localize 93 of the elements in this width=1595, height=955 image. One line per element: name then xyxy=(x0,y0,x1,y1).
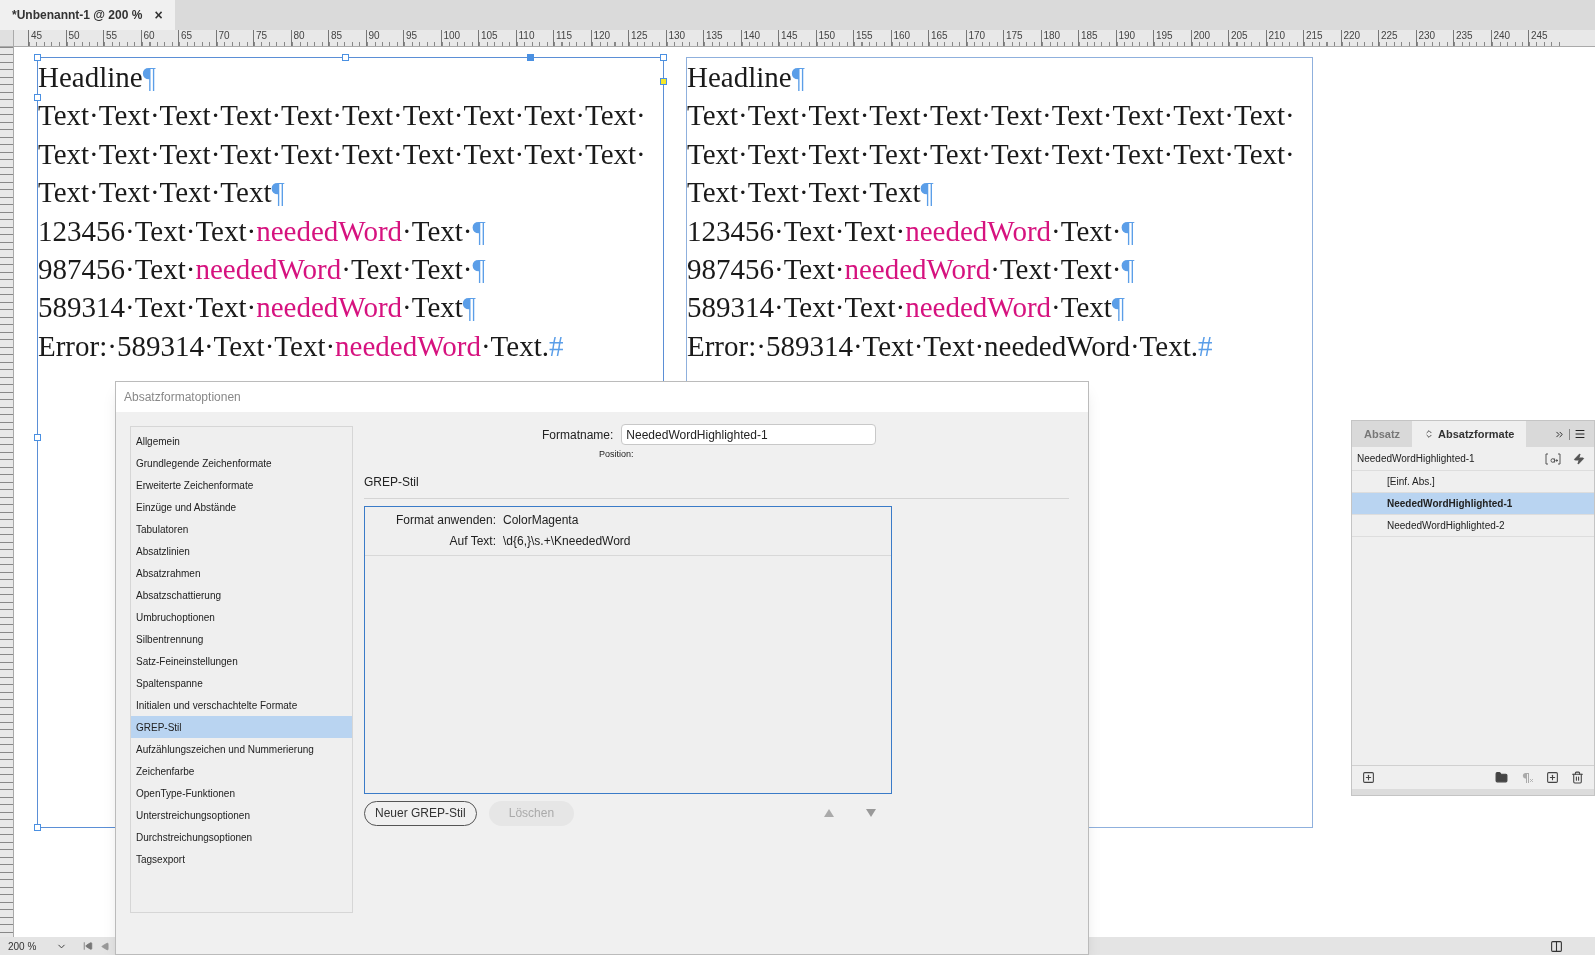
dialog-title: Absatzformatoptionen xyxy=(116,382,1088,412)
ruler-label: 55 xyxy=(106,30,118,41)
ruler-label: 110 xyxy=(518,30,535,41)
ruler-label: 95 xyxy=(406,30,418,41)
grep-expression: \d{6,}\s.+\KneededWord xyxy=(503,533,631,550)
hidden-character-mark: ¶ xyxy=(791,61,805,93)
ruler-label: 100 xyxy=(443,30,461,41)
body-text: Error:·589314·Text·Text·neededWord·Text. xyxy=(687,329,1198,362)
ruler-label: 105 xyxy=(481,30,498,41)
ruler-label: 155 xyxy=(856,30,873,41)
ruler-label: 85 xyxy=(331,30,343,41)
highlighted-text: neededWord xyxy=(335,329,481,362)
body-text: 589314·Text·Text· xyxy=(687,291,906,324)
hidden-character-mark: ¶ xyxy=(472,253,486,286)
hidden-character-mark: ¶ xyxy=(142,61,156,93)
body-text: 987456·Text· xyxy=(687,253,845,286)
ruler-label: 180 xyxy=(1043,30,1061,41)
body-text: 123456·Text·Text· xyxy=(38,214,257,247)
ruler-label: 165 xyxy=(931,30,948,41)
ruler-label: 90 xyxy=(368,30,380,41)
body-text: Text·Text·Text·Text xyxy=(687,176,921,209)
ruler-label: 195 xyxy=(1156,30,1173,41)
ruler-label: 50 xyxy=(68,30,80,41)
ruler-label: 185 xyxy=(1081,30,1098,41)
document-title: *Unbenannt-1 @ 200 % xyxy=(12,7,143,24)
ruler-label: 210 xyxy=(1268,30,1286,41)
ruler-label: 65 xyxy=(181,30,193,41)
ruler-label: 135 xyxy=(706,30,723,41)
highlighted-text: neededWord xyxy=(256,291,403,324)
ruler-label: 115 xyxy=(556,30,572,41)
ruler-label: 70 xyxy=(218,30,230,41)
ruler-label: 215 xyxy=(1306,30,1323,41)
hidden-character-mark: ¶ xyxy=(271,176,285,209)
ruler-label: 230 xyxy=(1418,30,1436,41)
hidden-character-mark: # xyxy=(548,329,564,362)
ruler-label: 225 xyxy=(1381,30,1398,41)
ruler-label: 160 xyxy=(893,30,911,41)
body-text: Headline xyxy=(687,61,792,93)
hidden-character-mark: ¶ xyxy=(462,291,476,324)
hidden-character-mark: ¶ xyxy=(1121,214,1135,247)
ruler-label: 125 xyxy=(631,30,648,41)
body-text: ·Text· xyxy=(1051,214,1122,247)
body-text: Error:·589314·Text·Text· xyxy=(38,329,336,362)
body-text: 589314·Text·Text· xyxy=(38,291,257,324)
hidden-character-mark: ¶ xyxy=(1121,253,1135,286)
ruler-label: 60 xyxy=(143,30,155,41)
ruler-label: 150 xyxy=(818,30,836,41)
ruler-label: 145 xyxy=(781,30,798,41)
ruler-label: 120 xyxy=(593,30,611,41)
ruler-label: 200 xyxy=(1193,30,1211,41)
body-text: Headline xyxy=(38,61,143,93)
body-text: 987456·Text· xyxy=(38,253,196,286)
body-text: Text·Text·Text·Text·Text·Text·Text·Text·Text·Text· xyxy=(38,99,646,132)
highlighted-text: neededWord xyxy=(905,291,1052,324)
body-text: Text·Text·Text·Text·Text·Text·Text·Text·Text·Text· xyxy=(687,137,1295,170)
ruler-label: 170 xyxy=(968,30,986,41)
ruler-label: 235 xyxy=(1456,30,1473,41)
hidden-character-mark: ¶ xyxy=(472,214,486,247)
ruler-label: 190 xyxy=(1118,30,1136,41)
hidden-character-mark: ¶ xyxy=(920,176,934,209)
body-text: Text·Text·Text·Text·Text·Text·Text·Text·Text·Text· xyxy=(687,99,1295,132)
highlighted-text: neededWord xyxy=(256,214,403,247)
hidden-character-mark: # xyxy=(1197,329,1213,362)
body-text: ·Text. xyxy=(480,329,549,362)
ruler-label: 240 xyxy=(1493,30,1511,41)
body-text: Text·Text·Text·Text·Text·Text·Text·Text·Text·Text· xyxy=(38,137,646,170)
current-style-name: NeededWordHighlighted-1 xyxy=(1357,452,1476,466)
ruler-label: 205 xyxy=(1231,30,1248,41)
highlighted-text: neededWord xyxy=(905,214,1052,247)
hidden-character-mark: ¶ xyxy=(1111,291,1125,324)
body-text: ·Text·Text· xyxy=(341,253,473,286)
highlighted-text: neededWord xyxy=(195,253,342,286)
ruler-label: 130 xyxy=(668,30,686,41)
apply-format-value: ColorMagenta xyxy=(503,512,579,529)
body-text: ·Text xyxy=(402,291,463,324)
format-name-label: Formatname: xyxy=(542,426,614,444)
body-text: ·Text·Text· xyxy=(990,253,1122,286)
ruler-label: 220 xyxy=(1343,30,1361,41)
position-label: Position: xyxy=(599,448,635,461)
ruler-label: 245 xyxy=(1531,30,1548,41)
ruler-label: 80 xyxy=(293,30,305,41)
body-text: ·Text· xyxy=(402,214,473,247)
ruler-label: 75 xyxy=(256,30,268,41)
body-text: ·Text xyxy=(1051,291,1112,324)
ruler-label: 175 xyxy=(1006,30,1023,41)
ruler-label: 45 xyxy=(31,30,43,41)
highlighted-text: neededWord xyxy=(844,253,991,286)
apply-format-label: Format anwenden: xyxy=(394,512,496,529)
body-text: 123456·Text·Text· xyxy=(687,214,906,247)
body-text: Text·Text·Text·Text xyxy=(38,176,272,209)
section-title: GREP-Stil xyxy=(364,473,420,491)
on-text-label: Auf Text: xyxy=(448,533,496,550)
ruler-label: 140 xyxy=(743,30,761,41)
